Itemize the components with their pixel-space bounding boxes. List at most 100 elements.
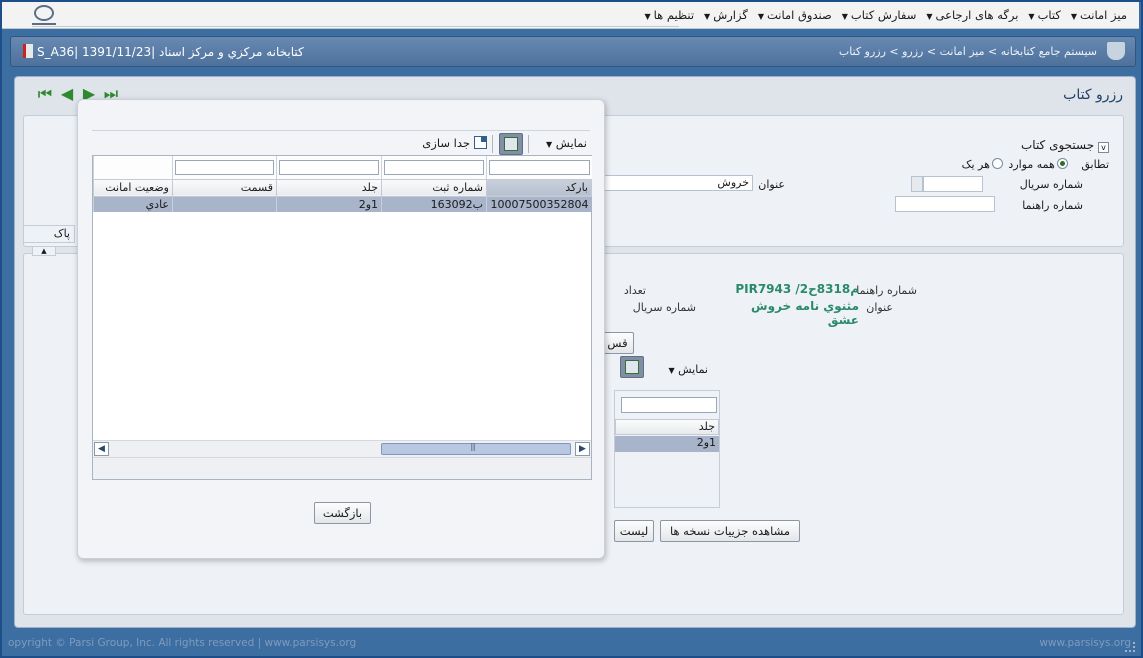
search-title-text: جستجوی کتاب [1020,138,1095,152]
scrollbar-thumb[interactable] [381,442,571,455]
filter-input-reg-no[interactable] [384,159,484,175]
menu-report-label: گزارش [713,8,748,22]
dialog-show-menu[interactable]: نمایش ▼ [546,136,587,150]
details-grid-header[interactable]: جلد [615,419,719,435]
copies-table: بارکد شماره ثبت جلد قسمت وضعیت امانت 100… [93,156,592,212]
match-label: تطابق [1081,158,1109,171]
filter-cell-part [172,156,277,179]
call-field-wrap [895,196,995,212]
logo-underline [32,23,56,25]
menubar-divider [32,26,679,27]
logout-icon[interactable] [23,44,33,58]
library-cup-icon [1107,42,1125,60]
menu-book-label: کتاب [1037,8,1061,22]
column-header-reg-no[interactable]: شماره ثبت [381,178,487,197]
grid-filter-row [93,156,592,179]
scroll-right-icon[interactable]: ▶ [575,442,590,456]
details-filter-button[interactable] [620,356,644,378]
menu-loan-desk[interactable]: میز امانت▼ [1071,8,1127,22]
horizontal-scrollbar[interactable]: ◀ ▶ [93,440,591,457]
cell-volume: 1و2 [276,196,382,212]
footer-site-link[interactable]: www.parsisys.org [1039,637,1131,649]
menu-report[interactable]: گزارش▼ [704,8,748,22]
user-info: S_A36| کتابخانه مرکزي و مرکز اسناد |1391… [23,44,304,59]
copies-dialog: نمایش ▼ جدا سازی بارکد شماره ثبت جلد قسم… [77,99,605,559]
serial-stepper[interactable] [911,176,923,192]
filter-cell-volume [276,156,382,179]
details-show-menu[interactable]: نمایش ▼ [668,363,708,376]
serial-input[interactable] [923,176,983,192]
title-field-wrap: خروش [603,175,753,191]
menu-settings[interactable]: تنظیم ها▼ [644,8,694,22]
breadcrumb: سیستم جامع کتابخانه > میز امانت > رزرو >… [838,45,1097,58]
call-number-label: شماره راهنما [1022,199,1083,212]
details-title-value-2: عشق [827,313,859,327]
column-header-part[interactable]: قسمت [172,178,277,197]
details-serial-label: شماره سریال [632,301,696,314]
collapse-toggle-icon[interactable]: v [1098,142,1109,153]
menu-loan-box-label: صندوق امانت [766,8,832,22]
filter-input-volume[interactable] [279,159,379,175]
detach-label: جدا سازی [422,136,470,150]
menu-referral-slips[interactable]: برگه های ارجاعی▼ [926,8,1018,22]
chevron-down-icon: ▼ [757,12,764,21]
details-title-label: عنوان [866,301,893,314]
chevron-down-icon: ▼ [1070,12,1078,21]
toolbar-separator [528,135,529,153]
dialog-toolbar: نمایش ▼ جدا سازی [92,133,591,155]
dialog-show-label: نمایش [555,136,587,150]
filter-cell-status [93,156,173,179]
chevron-down-icon: ▼ [841,12,848,21]
cell-status: عادي [93,196,173,212]
view-copies-button[interactable]: مشاهده جزییات نسخه ها [660,520,800,542]
column-header-barcode[interactable]: بارکد [486,178,592,197]
serial-label: شماره سریال [1019,178,1083,191]
filter-input-barcode[interactable] [489,159,590,175]
filter-input-part[interactable] [175,159,274,175]
first-record-icon[interactable]: ⏮ [35,85,55,103]
detach-icon [474,136,487,149]
copies-grid: بارکد شماره ثبت جلد قسمت وضعیت امانت 100… [92,155,592,480]
footer: opyright © Parsi Group, Inc. All rights … [2,634,1139,656]
column-header-status[interactable]: وضعیت امانت [93,178,173,197]
details-title-value: مثنوي نامه خروش [751,299,859,313]
cell-barcode: 10007500352804 [486,196,592,212]
details-grid-row[interactable]: 1و2 [615,436,719,452]
details-grid-filter[interactable] [621,397,717,413]
back-button[interactable]: بازگشت [314,502,371,524]
filter-cell-barcode [486,156,592,179]
menu-referral-slips-label: برگه های ارجاعی [935,8,1019,22]
collapse-up-icon[interactable]: ▲ [32,246,56,256]
serial-field-wrap [911,176,983,192]
menu-book[interactable]: کتاب▼ [1028,8,1060,22]
menu-order-book[interactable]: سفارش کتاب▼ [842,8,917,22]
resize-grip-icon[interactable] [1125,642,1135,652]
list-button[interactable]: لیست [614,520,654,542]
main-menu: میز امانت▼ کتاب▼ برگه های ارجاعی▼ سفارش … [644,8,1127,22]
scroll-left-icon[interactable]: ◀ [94,442,109,456]
chevron-down-icon: ▼ [704,12,711,21]
copyright-text: opyright © Parsi Group, Inc. All rights … [8,637,357,649]
top-menubar: میز امانت▼ کتاب▼ برگه های ارجاعی▼ سفارش … [2,2,1139,29]
page-header: سیستم جامع کتابخانه > میز امانت > رزرو >… [10,36,1136,67]
user-info-text: S_A36| کتابخانه مرکزي و مرکز اسناد |1391… [37,45,304,59]
chevron-down-icon: ▼ [926,12,933,21]
section-button[interactable]: قس [601,332,634,354]
column-header-volume[interactable]: جلد [276,178,382,197]
details-show-label: نمایش [678,363,708,376]
search-panel-title[interactable]: v جستجوی کتاب [1021,138,1109,153]
match-row: تطابق همه موارد هر یک [962,158,1109,171]
dialog-filter-button[interactable] [499,133,523,155]
title-input[interactable]: خروش [603,175,753,191]
call-number-input[interactable] [895,196,995,212]
app-logo-icon [34,5,54,21]
match-any-radio[interactable] [991,158,1003,169]
filter-icon [625,360,639,374]
detach-button[interactable]: جدا سازی [422,136,487,150]
previous-record-icon[interactable]: ◀ [57,85,77,103]
menu-loan-box[interactable]: صندوق امانت▼ [758,8,832,22]
clear-button[interactable]: پاک کردن [23,225,75,243]
menu-loan-desk-label: میز امانت [1080,8,1127,22]
table-row[interactable]: 10007500352804 ب163092 1و2 عادي [93,196,592,212]
match-all-radio[interactable] [1056,158,1068,169]
